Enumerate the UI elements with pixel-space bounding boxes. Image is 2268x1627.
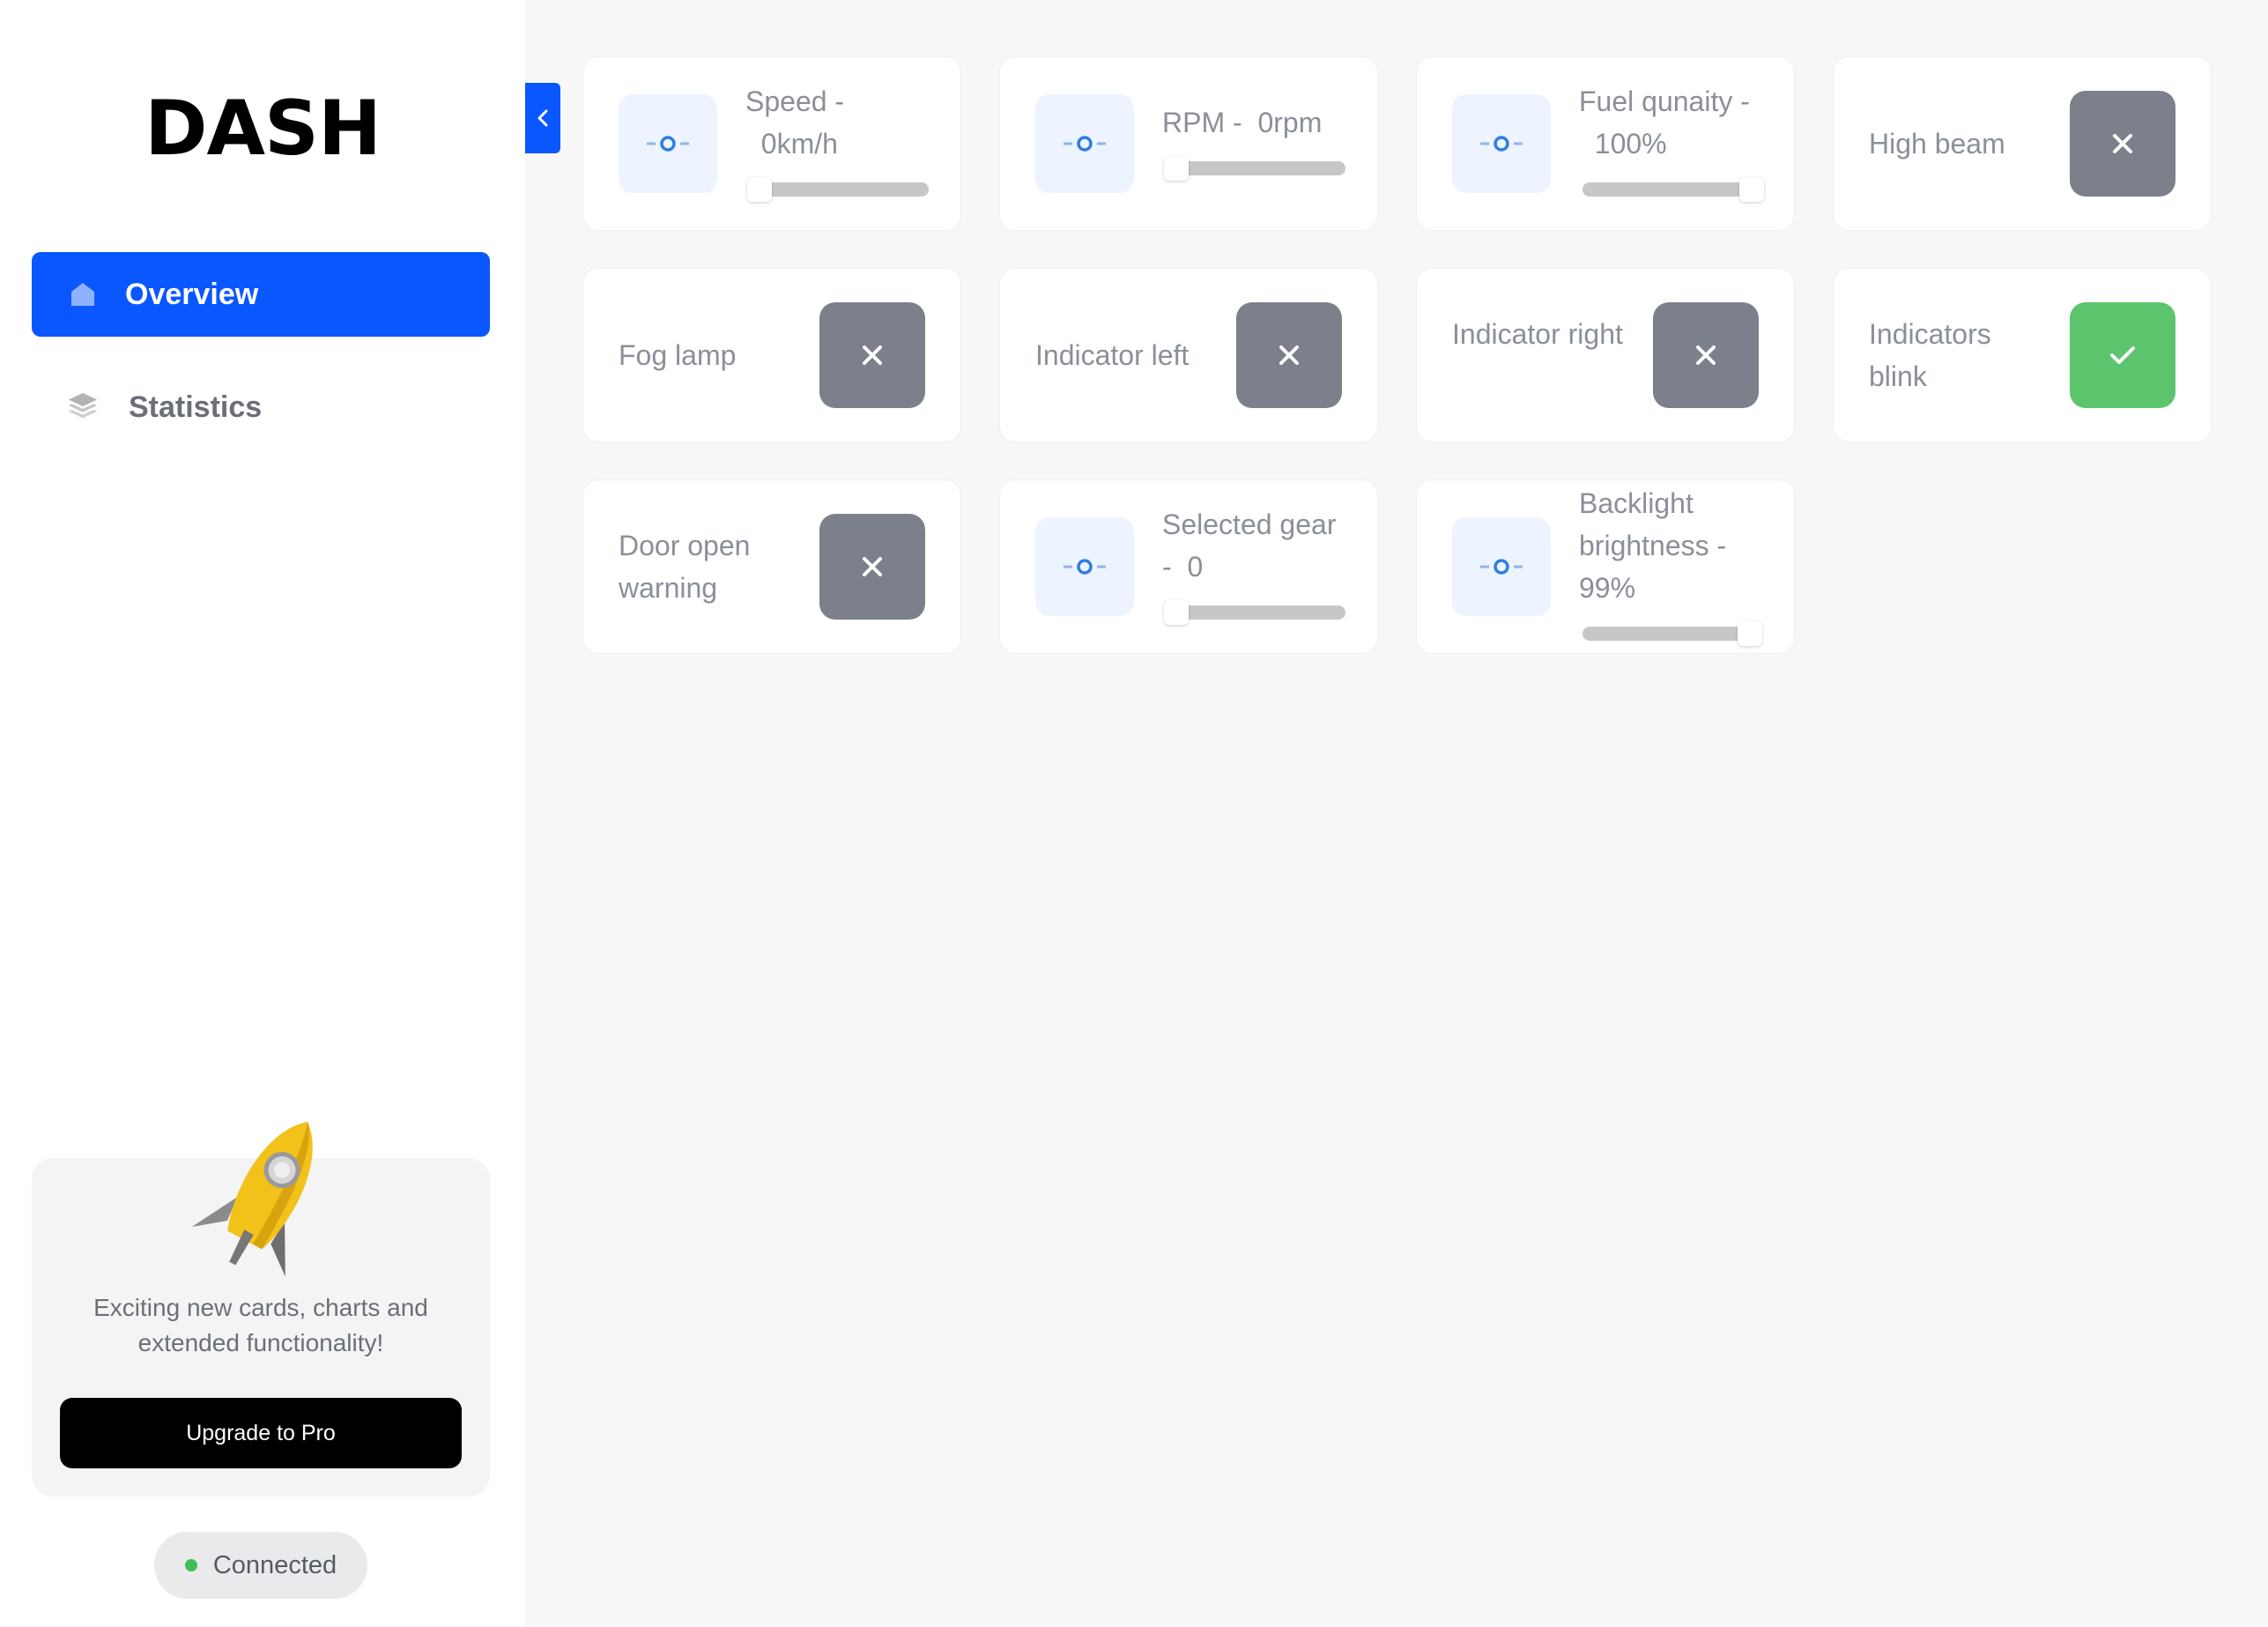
upgrade-button[interactable]: Upgrade to Pro [60,1398,462,1468]
indicator-left-toggle[interactable] [1236,302,1342,408]
indicator-right-card: Indicator right [1416,268,1795,442]
backlight-slider[interactable] [1582,621,1763,646]
door-open-card: Door open warning [582,479,961,654]
speed-card: Speed - 0km/h [582,56,961,231]
app-logo: DASH [145,85,382,173]
rpm-slider[interactable] [1164,156,1345,181]
slider-thumb[interactable] [1164,156,1189,181]
indicators-blink-label: Indicators blink [1869,318,1991,392]
high-beam-label: High beam [1869,128,2005,160]
slider-thumb[interactable] [1738,621,1763,646]
fuel-slider[interactable] [1582,177,1764,202]
slider-icon [1452,517,1551,616]
close-icon [1279,345,1299,365]
sidebar-item-label: Overview [125,277,259,311]
close-icon [863,557,882,576]
close-icon [1696,345,1716,365]
slider-icon [1452,94,1551,193]
fog-lamp-label: Fog lamp [619,339,737,371]
door-open-label: Door open warning [619,530,751,604]
connection-status-badge: Connected [154,1532,367,1599]
sidebar-item-overview[interactable]: Overview [32,252,490,337]
rpm-label: RPM - 0rpm [1162,107,1323,138]
high-beam-toggle[interactable] [2070,91,2175,197]
indicator-left-card: Indicator left [999,268,1378,442]
slider-icon [619,94,717,193]
slider-thumb[interactable] [1164,600,1189,625]
fuel-card: Fuel qunaity - 100% [1416,56,1795,231]
speed-label: Speed - 0km/h [745,85,845,160]
sidebar: DASH Overview Statistics Exciting new ca… [0,0,525,1627]
indicator-right-label: Indicator right [1452,318,1623,350]
close-icon [863,345,882,365]
fog-lamp-toggle[interactable] [819,302,925,408]
layers-icon [67,391,99,423]
speed-slider[interactable] [747,177,929,202]
selected-gear-label: Selected gear - 0 [1162,509,1337,583]
home-icon [67,279,99,310]
collapse-sidebar-button[interactable] [525,83,560,153]
door-open-toggle[interactable] [819,514,925,620]
slider-icon [1035,517,1134,616]
sidebar-item-label: Statistics [129,390,263,424]
indicator-left-label: Indicator left [1035,339,1190,371]
slider-icon [1035,94,1134,193]
upgrade-promo-card: Exciting new cards, charts and extended … [32,1121,490,1497]
chevron-left-icon [537,109,548,127]
backlight-label: Backlight brightness - 99% [1579,487,1727,604]
slider-thumb[interactable] [747,177,772,202]
close-icon [2113,134,2132,153]
rpm-card: RPM - 0rpm [999,56,1378,231]
indicators-blink-card: Indicators blink [1833,268,2212,442]
fuel-label: Fuel qunaity - 100% [1579,85,1750,160]
backlight-card: Backlight brightness - 99% [1416,479,1795,654]
sidebar-item-statistics[interactable]: Statistics [32,365,490,449]
check-icon [2110,346,2135,364]
fog-lamp-card: Fog lamp [582,268,961,442]
high-beam-card: High beam [1833,56,2212,231]
promo-text: Exciting new cards, charts and extended … [93,1294,428,1356]
rocket-illustration [191,1121,313,1277]
selected-gear-card: Selected gear - 0 [999,479,1378,654]
selected-gear-slider[interactable] [1164,600,1345,625]
indicators-blink-toggle[interactable] [2070,302,2175,408]
slider-thumb[interactable] [1739,177,1764,202]
status-dot-icon [184,1559,197,1571]
indicator-right-toggle[interactable] [1653,302,1759,408]
status-label: Connected [212,1550,337,1579]
